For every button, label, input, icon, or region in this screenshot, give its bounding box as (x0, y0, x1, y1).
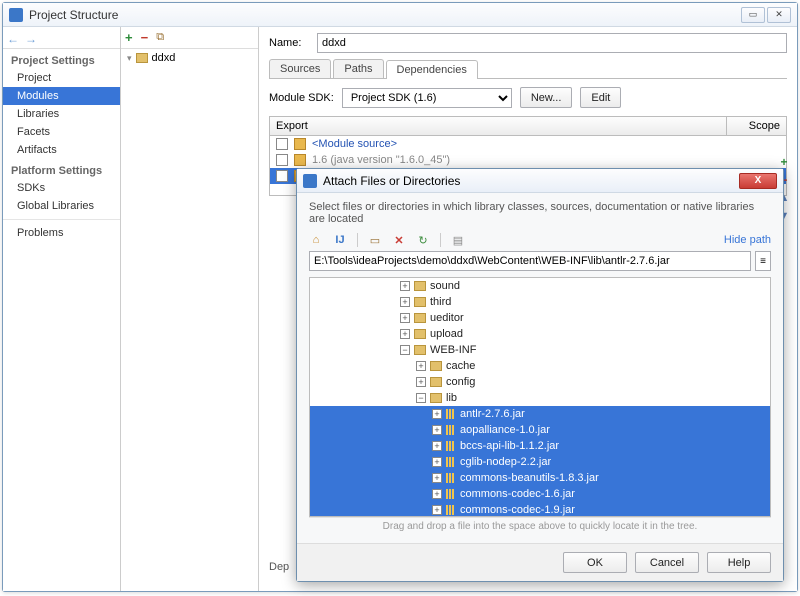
titlebar[interactable]: Project Structure ▭ ✕ (3, 3, 797, 27)
attach-files-dialog: Attach Files or Directories X Select fil… (296, 168, 784, 582)
sidebar-item-sdks[interactable]: SDKs (3, 179, 120, 197)
delete-icon[interactable]: ✕ (392, 233, 406, 247)
sidebar-item-modules[interactable]: Modules (3, 87, 120, 105)
settings-sidebar: ← → Project Settings Project Modules Lib… (3, 27, 121, 591)
tree-hint: Drag and drop a file into the space abov… (309, 517, 771, 535)
path-input[interactable] (309, 251, 751, 271)
dialog-title: Attach Files or Directories (323, 174, 460, 188)
name-label: Name: (269, 37, 309, 49)
tree-node[interactable]: +sound (310, 278, 770, 294)
module-tabs: Sources Paths Dependencies (269, 59, 787, 79)
dialog-icon (303, 174, 317, 188)
forward-icon[interactable]: → (25, 32, 37, 44)
folder-icon (430, 393, 442, 403)
tree-selection: +antlr-2.7.6.jar +aopalliance-1.0.jar +b… (310, 406, 770, 516)
copy-module-icon[interactable]: ⧉ (156, 31, 164, 44)
dialog-toolbar: ⌂ IJ ▭ ✕ ↻ ▤ Hide path (309, 233, 771, 247)
sidebar-item-facets[interactable]: Facets (3, 123, 120, 141)
folder-icon (414, 345, 426, 355)
tree-node[interactable]: +config (310, 374, 770, 390)
dialog-titlebar[interactable]: Attach Files or Directories X (297, 169, 783, 193)
section-project-settings: Project Settings (3, 49, 120, 69)
refresh-icon[interactable]: ↻ (416, 233, 430, 247)
sidebar-item-artifacts[interactable]: Artifacts (3, 141, 120, 159)
maximize-button[interactable]: ▭ (741, 7, 765, 23)
project-icon[interactable]: IJ (333, 233, 347, 247)
tree-node-jar[interactable]: +commons-codec-1.9.jar (310, 502, 770, 516)
home-icon[interactable]: ⌂ (309, 233, 323, 247)
add-dependency-icon[interactable]: + (777, 155, 791, 169)
tree-node-jar[interactable]: +antlr-2.7.6.jar (310, 406, 770, 422)
tree-node[interactable]: +upload (310, 326, 770, 342)
dialog-close-button[interactable]: X (739, 173, 777, 189)
sidebar-item-global-libraries[interactable]: Global Libraries (3, 197, 120, 215)
tree-node-jar[interactable]: +commons-beanutils-1.8.3.jar (310, 470, 770, 486)
folder-icon (414, 281, 426, 291)
module-name-input[interactable] (317, 33, 787, 53)
new-sdk-button[interactable]: New... (520, 87, 573, 108)
tree-collapse-icon: ▾ (127, 53, 132, 64)
tree-node-jar[interactable]: +bccs-api-lib-1.1.2.jar (310, 438, 770, 454)
sidebar-item-problems[interactable]: Problems (3, 224, 120, 242)
window-title: Project Structure (29, 8, 118, 22)
section-platform-settings: Platform Settings (3, 159, 120, 179)
sidebar-item-project[interactable]: Project (3, 69, 120, 87)
export-checkbox[interactable] (276, 170, 288, 182)
folder-icon (430, 377, 442, 387)
remove-module-icon[interactable]: − (141, 30, 149, 45)
tab-dependencies[interactable]: Dependencies (386, 60, 478, 79)
folder-icon (294, 138, 306, 150)
module-sdk-label: Module SDK: (269, 92, 334, 104)
module-list: + − ⧉ ▾ ddxd (121, 27, 259, 591)
jdk-icon (294, 154, 306, 166)
module-name: ddxd (152, 52, 176, 64)
dep-row-jdk[interactable]: 1.6 (java version "1.6.0_45") (270, 152, 786, 168)
help-button[interactable]: Help (707, 552, 771, 573)
history-dropdown-icon[interactable]: ≡ (755, 251, 771, 271)
folder-icon (414, 313, 426, 323)
scope-column[interactable]: Scope (726, 117, 786, 135)
ok-button[interactable]: OK (563, 552, 627, 573)
dep-row-module-source[interactable]: <Module source> (270, 136, 786, 152)
module-item[interactable]: ▾ ddxd (121, 49, 258, 67)
folder-icon (414, 329, 426, 339)
dialog-description: Select files or directories in which lib… (309, 201, 771, 225)
file-tree[interactable]: +sound +third +ueditor +upload −WEB-INF … (309, 277, 771, 517)
module-sdk-select[interactable]: Project SDK (1.6) (342, 88, 512, 108)
module-folder-icon (136, 53, 148, 63)
close-button[interactable]: ✕ (767, 7, 791, 23)
show-hidden-icon[interactable]: ▤ (451, 233, 465, 247)
sidebar-item-libraries[interactable]: Libraries (3, 105, 120, 123)
edit-sdk-button[interactable]: Edit (580, 87, 621, 108)
tree-node-jar[interactable]: +cglib-nodep-2.2.jar (310, 454, 770, 470)
dialog-footer: OK Cancel Help (297, 543, 783, 581)
new-folder-icon[interactable]: ▭ (368, 233, 382, 247)
export-checkbox[interactable] (276, 138, 288, 150)
export-column[interactable]: Export (270, 117, 726, 135)
dependency-footer-label: Dep (269, 561, 289, 573)
tab-paths[interactable]: Paths (333, 59, 383, 78)
tree-node-jar[interactable]: +commons-codec-1.6.jar (310, 486, 770, 502)
cancel-button[interactable]: Cancel (635, 552, 699, 573)
tree-node[interactable]: +ueditor (310, 310, 770, 326)
app-icon (9, 8, 23, 22)
tree-node-jar[interactable]: +aopalliance-1.0.jar (310, 422, 770, 438)
dependencies-header: Export Scope (269, 116, 787, 136)
tree-node[interactable]: −WEB-INF (310, 342, 770, 358)
hide-path-link[interactable]: Hide path (724, 234, 771, 246)
tree-node[interactable]: +third (310, 294, 770, 310)
back-icon[interactable]: ← (7, 32, 19, 44)
tab-sources[interactable]: Sources (269, 59, 331, 78)
tree-node[interactable]: −lib (310, 390, 770, 406)
tree-node[interactable]: +cache (310, 358, 770, 374)
add-module-icon[interactable]: + (125, 30, 133, 45)
export-checkbox[interactable] (276, 154, 288, 166)
folder-icon (430, 361, 442, 371)
folder-icon (414, 297, 426, 307)
